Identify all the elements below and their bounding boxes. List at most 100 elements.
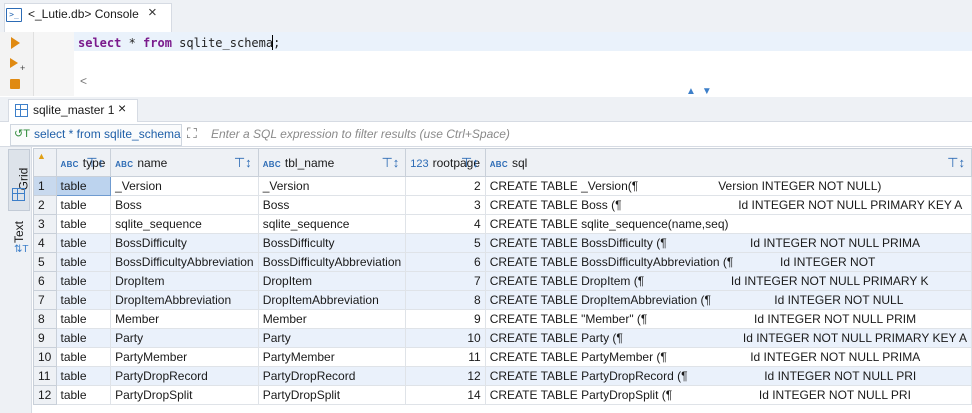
cell-type[interactable]: table [55, 176, 112, 196]
table-row[interactable]: 1 table _Version _Version 2 CREATE TABLE… [33, 176, 972, 196]
execute-script-icon[interactable] [10, 58, 18, 68]
table-row[interactable]: 12 table PartyDropSplit PartyDropSplit 1… [33, 385, 972, 405]
close-icon[interactable]: × [118, 100, 126, 116]
cell-sql[interactable]: CREATE TABLE sqlite_sequence(name,seq) [484, 214, 972, 234]
close-icon[interactable]: × [148, 4, 157, 21]
cell-sql[interactable]: CREATE TABLE PartyMember (¶ Id INTEGER N… [484, 347, 972, 367]
scroll-left-arrow[interactable]: < [80, 74, 87, 88]
cell-rootpage[interactable]: 10 [405, 328, 486, 348]
row-number[interactable]: 7 [33, 290, 57, 310]
filter-sort-icon[interactable]: ⊤↕ [461, 155, 479, 171]
cell-name[interactable]: DropItem [110, 271, 259, 291]
cell-type[interactable]: table [55, 309, 112, 329]
cell-sql[interactable]: CREATE TABLE PartyDropSplit (¶ Id INTEGE… [484, 385, 972, 405]
cell-type[interactable]: table [55, 328, 112, 348]
column-header-sql[interactable]: ABC sql ⊤↕ [484, 148, 972, 177]
filter-input[interactable]: Enter a SQL expression to filter results… [211, 127, 510, 141]
cell-rootpage[interactable]: 2 [405, 176, 486, 196]
row-number[interactable]: 12 [33, 385, 57, 405]
cell-name[interactable]: Member [110, 309, 259, 329]
results-tab-label[interactable]: sqlite_master 1 [33, 103, 114, 117]
cell-rootpage[interactable]: 7 [405, 271, 486, 291]
cell-name[interactable]: _Version [110, 176, 259, 196]
cell-rootpage[interactable]: 6 [405, 252, 486, 272]
cell-type[interactable]: table [55, 347, 112, 367]
cell-rootpage[interactable]: 4 [405, 214, 486, 234]
row-number[interactable]: 4 [33, 233, 57, 253]
cell-rootpage[interactable]: 5 [405, 233, 486, 253]
table-row[interactable]: 2 table Boss Boss 3 CREATE TABLE Boss (¶… [33, 195, 972, 215]
cell-tbl-name[interactable]: BossDifficulty [257, 233, 407, 253]
cell-type[interactable]: table [55, 195, 112, 215]
cell-sql[interactable]: CREATE TABLE DropItem (¶ Id INTEGER NOT … [484, 271, 972, 291]
cell-tbl-name[interactable]: PartyDropRecord [257, 366, 407, 386]
row-number[interactable]: 5 [33, 252, 57, 272]
cell-tbl-name[interactable]: DropItemAbbreviation [257, 290, 407, 310]
cell-rootpage[interactable]: 14 [405, 385, 486, 405]
active-query-label[interactable]: select * from sqlite_schema [34, 127, 181, 141]
cell-tbl-name[interactable]: Boss [257, 195, 407, 215]
text-view-label[interactable]: Text [12, 221, 26, 243]
cell-name[interactable]: Boss [110, 195, 259, 215]
table-row[interactable]: 8 table Member Member 9 CREATE TABLE "Me… [33, 309, 972, 329]
cell-rootpage[interactable]: 12 [405, 366, 486, 386]
table-row[interactable]: 5 table BossDifficultyAbbreviation BossD… [33, 252, 972, 272]
table-row[interactable]: 10 table PartyMember PartyMember 11 CREA… [33, 347, 972, 367]
column-header-rootpage[interactable]: 123 rootpage ⊤↕ [405, 148, 486, 177]
filter-sort-icon[interactable]: ⊤↕ [234, 155, 252, 171]
row-number[interactable]: 6 [33, 271, 57, 291]
cell-type[interactable]: table [55, 290, 112, 310]
column-header-type[interactable]: ABC type ⊤↕ [55, 148, 112, 177]
cell-tbl-name[interactable]: PartyMember [257, 347, 407, 367]
filter-sort-icon[interactable]: ⊤↕ [947, 155, 965, 171]
cell-name[interactable]: PartyDropRecord [110, 366, 259, 386]
cell-rootpage[interactable]: 3 [405, 195, 486, 215]
cell-type[interactable]: table [55, 233, 112, 253]
cell-name[interactable]: BossDifficultyAbbreviation [110, 252, 259, 272]
cell-name[interactable]: sqlite_sequence [110, 214, 259, 234]
table-row[interactable]: 9 table Party Party 10 CREATE TABLE Part… [33, 328, 972, 348]
cell-sql[interactable]: CREATE TABLE "Member" (¶ Id INTEGER NOT … [484, 309, 972, 329]
column-header-name[interactable]: ABC name ⊤↕ [110, 148, 259, 177]
table-row[interactable]: 3 table sqlite_sequence sqlite_sequence … [33, 214, 972, 234]
cell-name[interactable]: PartyMember [110, 347, 259, 367]
table-row[interactable]: 4 table BossDifficulty BossDifficulty 5 … [33, 233, 972, 253]
cell-sql[interactable]: CREATE TABLE Party (¶ Id INTEGER NOT NUL… [484, 328, 972, 348]
row-number[interactable]: 10 [33, 347, 57, 367]
execute-statement-icon[interactable] [11, 37, 20, 49]
grid-view-label[interactable]: Grid [16, 168, 30, 191]
cell-tbl-name[interactable]: BossDifficultyAbbreviation [257, 252, 407, 272]
row-number[interactable]: 2 [33, 195, 57, 215]
cell-type[interactable]: table [55, 214, 112, 234]
cell-sql[interactable]: CREATE TABLE _Version(¶ Version INTEGER … [484, 176, 972, 196]
cell-sql[interactable]: CREATE TABLE DropItemAbbreviation (¶ Id … [484, 290, 972, 310]
cell-tbl-name[interactable]: _Version [257, 176, 407, 196]
row-number[interactable]: 11 [33, 366, 57, 386]
cell-type[interactable]: table [55, 366, 112, 386]
cell-name[interactable]: BossDifficulty [110, 233, 259, 253]
cell-sql[interactable]: CREATE TABLE PartyDropRecord (¶ Id INTEG… [484, 366, 972, 386]
cell-type[interactable]: table [55, 271, 112, 291]
cell-tbl-name[interactable]: sqlite_sequence [257, 214, 407, 234]
text-view-icon[interactable]: ⇅T [14, 244, 29, 255]
panel-toggle-arrows[interactable]: ▲▼ [686, 86, 718, 97]
expand-icon[interactable]: ⛶ [187, 125, 197, 142]
cell-rootpage[interactable]: 9 [405, 309, 486, 329]
cell-sql[interactable]: CREATE TABLE BossDifficultyAbbreviation … [484, 252, 972, 272]
cell-name[interactable]: PartyDropSplit [110, 385, 259, 405]
filter-sort-icon[interactable]: ⊤↕ [381, 155, 399, 171]
filter-sort-icon[interactable]: ⊤↕ [86, 155, 104, 171]
cell-tbl-name[interactable]: Member [257, 309, 407, 329]
cell-rootpage[interactable]: 11 [405, 347, 486, 367]
cell-tbl-name[interactable]: Party [257, 328, 407, 348]
row-number[interactable]: 3 [33, 214, 57, 234]
sql-query-text[interactable]: select * from sqlite_schema; [78, 36, 280, 50]
column-header-tbl-name[interactable]: ABC tbl_name ⊤↕ [257, 148, 407, 177]
editor-tab-label[interactable]: <_Lutie.db> Console [28, 7, 139, 21]
table-row[interactable]: 7 table DropItemAbbreviation DropItemAbb… [33, 290, 972, 310]
row-number[interactable]: 9 [33, 328, 57, 348]
cell-tbl-name[interactable]: DropItem [257, 271, 407, 291]
cell-name[interactable]: DropItemAbbreviation [110, 290, 259, 310]
cell-rootpage[interactable]: 8 [405, 290, 486, 310]
cell-tbl-name[interactable]: PartyDropSplit [257, 385, 407, 405]
